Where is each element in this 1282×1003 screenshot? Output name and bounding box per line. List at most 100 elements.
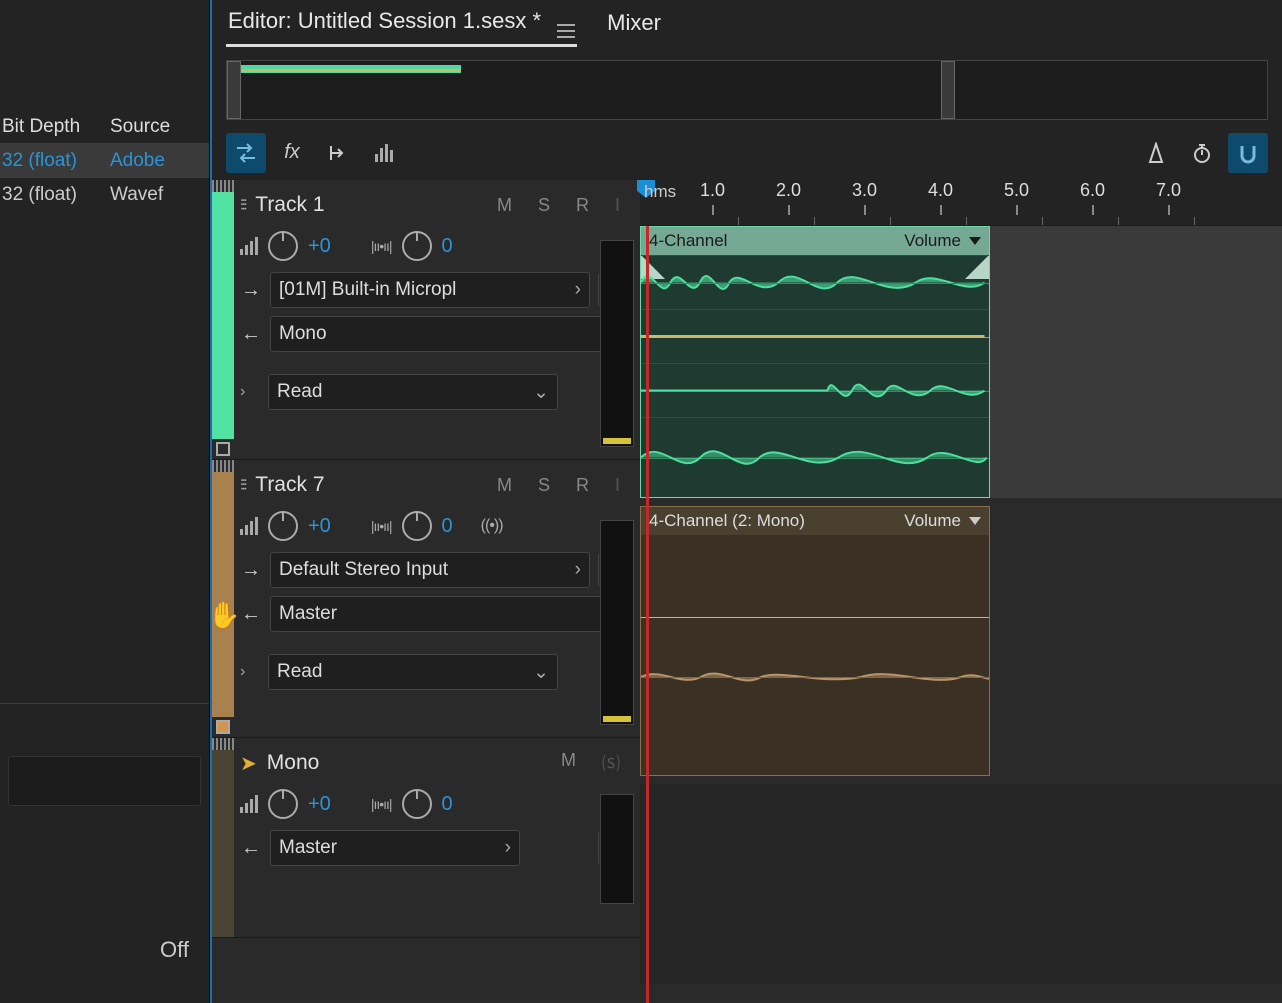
input-selector[interactable]: Default Stereo Input › <box>270 552 590 588</box>
pan-value[interactable]: 0 <box>442 515 453 538</box>
time-ruler[interactable]: hms 1.02.03.04.05.06.07.0 <box>640 180 1282 226</box>
track-color-strip[interactable] <box>212 192 234 439</box>
tab-editor-label: Editor: Untitled Session 1.sesx * <box>228 7 541 32</box>
pan-knob[interactable] <box>402 789 432 819</box>
col-header-bitdepth[interactable]: Bit Depth <box>0 116 110 138</box>
pan-knob[interactable] <box>402 511 432 541</box>
chevron-down-icon: ⌄ <box>533 661 549 684</box>
track-grip[interactable] <box>212 180 234 192</box>
monitor-button[interactable]: I <box>615 475 620 496</box>
bus-icon: ➤ <box>240 751 257 776</box>
monitor-button[interactable]: I <box>615 195 620 216</box>
file-row[interactable]: 32 (float) Adobe <box>0 144 209 178</box>
track-grip[interactable] <box>212 738 234 750</box>
pan-value[interactable]: 0 <box>442 793 453 816</box>
automation-mode: Read <box>277 661 322 683</box>
record-button[interactable]: R <box>576 475 589 496</box>
solo-button[interactable]: ⒮ <box>602 750 620 776</box>
chevron-down-icon[interactable] <box>969 237 981 245</box>
clip-track7[interactable]: 4-Channel (2: Mono) Volume <box>640 506 990 776</box>
input-arrow-icon: → <box>240 279 262 302</box>
sends-button[interactable] <box>318 133 358 173</box>
off-label[interactable]: Off <box>0 917 209 1003</box>
solo-button[interactable]: S <box>538 195 550 216</box>
overview-handle-left[interactable] <box>227 61 241 119</box>
track-grip[interactable] <box>212 460 234 472</box>
output-selector[interactable]: Mono › <box>270 316 632 352</box>
ruler-tick: 6.0 <box>1080 180 1105 225</box>
output-label: Mono <box>279 323 327 345</box>
inputs-outputs-button[interactable] <box>226 133 266 173</box>
panel-menu-icon[interactable] <box>557 6 575 38</box>
track-name[interactable]: Track 7 <box>255 473 324 497</box>
clip-volume-label[interactable]: Volume <box>904 231 961 251</box>
lower-panel: Off <box>0 703 209 1003</box>
playhead-line[interactable] <box>646 226 649 1003</box>
col-header-source[interactable]: Source <box>110 116 209 138</box>
tab-editor[interactable]: Editor: Untitled Session 1.sesx * <box>226 0 577 47</box>
track-color-strip[interactable] <box>212 750 234 937</box>
file-source: Adobe <box>110 150 209 172</box>
timeline-content[interactable]: hms 1.02.03.04.05.06.07.0 4-Channel Volu… <box>640 180 1282 1003</box>
chevron-down-icon[interactable] <box>969 517 981 525</box>
effects-button[interactable]: fx <box>272 133 312 173</box>
output-label: Master <box>279 603 337 625</box>
overview-handle-right[interactable] <box>941 61 955 119</box>
mute-button[interactable]: M <box>497 475 512 496</box>
snap-button[interactable] <box>1228 133 1268 173</box>
track-name[interactable]: Mono <box>267 751 320 775</box>
hand-cursor-icon: ✋ <box>208 600 240 631</box>
overview-strip[interactable] <box>212 46 1282 126</box>
track-select-box[interactable] <box>216 720 230 734</box>
tab-mixer[interactable]: Mixer <box>605 4 663 42</box>
ruler-tick: 7.0 <box>1156 180 1181 225</box>
ruler-tick: 4.0 <box>928 180 953 225</box>
timer-button[interactable] <box>1182 133 1222 173</box>
volume-icon <box>240 237 258 255</box>
volume-value[interactable]: +0 <box>308 235 331 258</box>
output-arrow-icon: ← <box>240 323 262 346</box>
volume-knob[interactable] <box>268 231 298 261</box>
stereo-icon: ⫶⫶⫶ <box>240 197 245 214</box>
file-bitdepth: 32 (float) <box>0 150 110 172</box>
level-meter <box>600 794 634 904</box>
track-name[interactable]: Track 1 <box>255 193 324 217</box>
ruler-tick: 2.0 <box>776 180 801 225</box>
clip-volume-label[interactable]: Volume <box>904 511 961 531</box>
tab-mixer-label: Mixer <box>607 10 661 35</box>
output-selector[interactable]: Master › <box>270 830 520 866</box>
lower-panel-slot[interactable] <box>8 756 201 806</box>
output-arrow-icon: ← <box>240 603 262 626</box>
output-selector[interactable]: Master › <box>270 596 632 632</box>
volume-knob[interactable] <box>268 511 298 541</box>
pan-value[interactable]: 0 <box>442 235 453 258</box>
pan-icon: |ıı•ıı| <box>371 518 392 534</box>
clip-title: 4-Channel <box>649 231 727 251</box>
track-select-box[interactable] <box>216 442 230 456</box>
volume-value[interactable]: +0 <box>308 515 331 538</box>
record-button[interactable]: R <box>576 195 589 216</box>
pan-icon: |ıı•ıı| <box>371 796 392 812</box>
mute-button[interactable]: M <box>497 195 512 216</box>
monitor-live-icon[interactable]: ((•)) <box>481 517 503 535</box>
files-panel: Bit Depth Source 32 (float) Adobe 32 (fl… <box>0 0 210 1003</box>
file-row[interactable]: 32 (float) Wavef <box>0 178 209 212</box>
automation-mode: Read <box>277 381 322 403</box>
pan-knob[interactable] <box>402 231 432 261</box>
track-color-strip[interactable] <box>212 472 234 717</box>
input-arrow-icon: → <box>240 559 262 582</box>
automation-mode-selector[interactable]: Read ⌄ <box>268 654 558 690</box>
metronome-button[interactable] <box>1136 133 1176 173</box>
automation-expand[interactable]: › <box>240 383 258 401</box>
mute-button[interactable]: M <box>561 750 576 776</box>
clip-track1[interactable]: 4-Channel Volume <box>640 226 990 498</box>
automation-mode-selector[interactable]: Read ⌄ <box>268 374 558 410</box>
volume-knob[interactable] <box>268 789 298 819</box>
input-label: [01M] Built-in Micropl <box>279 279 456 301</box>
output-arrow-icon: ← <box>240 837 262 860</box>
input-selector[interactable]: [01M] Built-in Micropl › <box>270 272 590 308</box>
automation-expand[interactable]: › <box>240 663 258 681</box>
volume-value[interactable]: +0 <box>308 793 331 816</box>
solo-button[interactable]: S <box>538 475 550 496</box>
eq-button[interactable] <box>364 133 404 173</box>
